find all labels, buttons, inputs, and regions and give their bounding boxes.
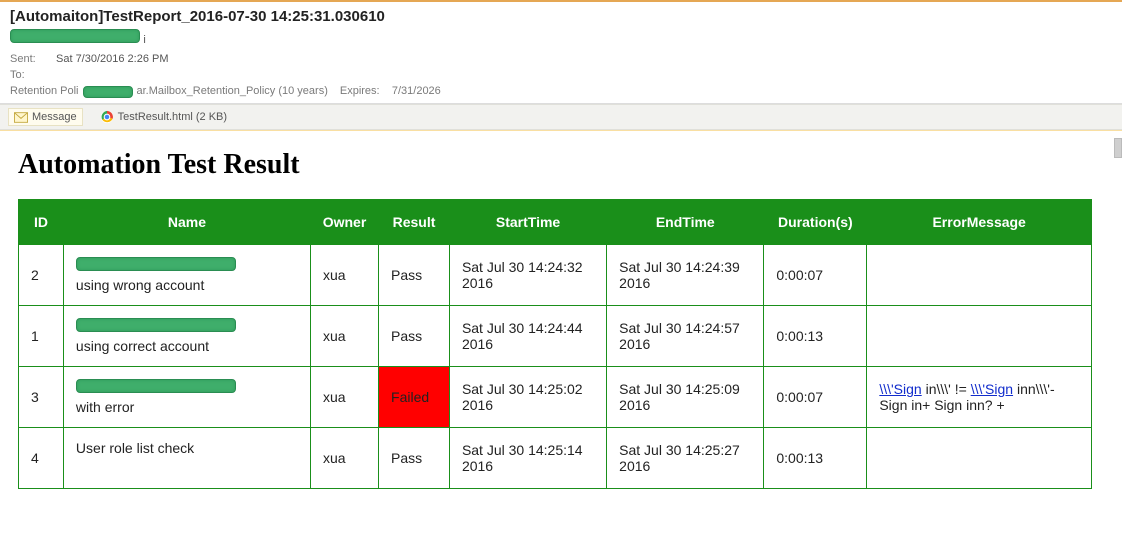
retention-row: Retention Poli ar.Mailbox_Retention_Poli… [10,83,1112,99]
name-text: using wrong account [76,277,204,293]
to-row: To: [10,67,1112,83]
col-header-end: EndTime [607,200,764,245]
table-header-row: ID Name Owner Result StartTime EndTime D… [19,200,1092,245]
cell-id: 1 [19,306,64,367]
cell-end: Sat Jul 30 14:25:27 2016 [607,428,764,489]
cell-owner: xua [311,428,379,489]
expires-label: Expires: [340,85,380,97]
cell-error [867,306,1092,367]
cell-start: Sat Jul 30 14:24:44 2016 [449,306,606,367]
cell-owner: xua [311,367,379,428]
cell-duration: 0:00:07 [764,245,867,306]
report-title: Automation Test Result [18,149,1104,181]
name-text: with error [76,399,134,415]
from-trail: i [143,34,145,46]
col-header-start: StartTime [449,200,606,245]
cell-error: \\\'Sign in\\\' != \\\'Sign inn\\\'- Sig… [867,367,1092,428]
table-row: 4User role list checkxuaPassSat Jul 30 1… [19,428,1092,489]
cell-duration: 0:00:13 [764,306,867,367]
name-text: User role list check [76,440,194,456]
cell-owner: xua [311,306,379,367]
cell-id: 3 [19,367,64,428]
sent-value: Sat 7/30/2016 2:26 PM [56,51,169,67]
cell-start: Sat Jul 30 14:25:14 2016 [449,428,606,489]
cell-error [867,245,1092,306]
cell-name: using wrong account [63,245,310,306]
col-header-id: ID [19,200,64,245]
cell-start: Sat Jul 30 14:25:02 2016 [449,367,606,428]
retention-label: Retention Poli [10,83,79,99]
col-header-result: Result [379,200,450,245]
cell-result: Pass [379,428,450,489]
message-tab-label: Message [32,111,77,123]
scrollbar-thumb[interactable] [1114,138,1122,158]
cell-name: with error [63,367,310,428]
retention-value: ar.Mailbox_Retention_Policy (10 years) [137,83,328,99]
cell-start: Sat Jul 30 14:24:32 2016 [449,245,606,306]
cell-id: 2 [19,245,64,306]
mail-icon [14,110,28,124]
col-header-error: ErrorMessage [867,200,1092,245]
cell-end: Sat Jul 30 14:24:39 2016 [607,245,764,306]
expires-value: 7/31/2026 [392,85,441,97]
cell-name: using correct account [63,306,310,367]
error-text: in\\\' != [922,381,971,397]
error-link[interactable]: \\\'Sign [971,381,1013,397]
sent-row: Sent: Sat 7/30/2016 2:26 PM [10,51,1112,67]
redaction-name [76,379,236,393]
col-header-name: Name [63,200,310,245]
error-link[interactable]: \\\'Sign [879,381,921,397]
retention-left: Retention Poli ar.Mailbox_Retention_Poli… [10,83,328,99]
attachments-bar: Message TestResult.html (2 KB) [0,104,1122,130]
cell-end: Sat Jul 30 14:25:09 2016 [607,367,764,428]
chrome-icon [100,110,114,124]
cell-error [867,428,1092,489]
sent-label: Sent: [10,51,48,67]
cell-id: 4 [19,428,64,489]
to-label: To: [10,67,48,83]
table-row: 1using correct accountxuaPassSat Jul 30 … [19,306,1092,367]
cell-end: Sat Jul 30 14:24:57 2016 [607,306,764,367]
redaction-from [10,29,140,43]
table-row: 2using wrong accountxuaPassSat Jul 30 14… [19,245,1092,306]
expires-group: Expires: 7/31/2026 [340,83,441,99]
cell-owner: xua [311,245,379,306]
email-header: [Automaiton]TestReport_2016-07-30 14:25:… [0,2,1122,104]
cell-result: Failed [379,367,450,428]
attachment-file-label: TestResult.html (2 KB) [118,111,227,123]
name-text: using correct account [76,338,209,354]
attachment-file[interactable]: TestResult.html (2 KB) [95,109,232,125]
redaction-name [76,257,236,271]
col-header-duration: Duration(s) [764,200,867,245]
table-row: 3 with error xuaFailedSat Jul 30 14:25:02 … [19,367,1092,428]
redaction-name [76,318,236,332]
email-subject: [Automaiton]TestReport_2016-07-30 14:25:… [10,8,1112,25]
cell-result: Pass [379,245,450,306]
report-table: ID Name Owner Result StartTime EndTime D… [18,199,1092,489]
cell-name: User role list check [63,428,310,489]
cell-duration: 0:00:07 [764,367,867,428]
message-tab[interactable]: Message [8,108,83,126]
cell-duration: 0:00:13 [764,428,867,489]
email-body: Automation Test Result ID Name Owner Res… [0,130,1122,509]
cell-result: Pass [379,306,450,367]
from-row: i [10,29,1112,45]
col-header-owner: Owner [311,200,379,245]
redaction-retention [83,86,133,98]
